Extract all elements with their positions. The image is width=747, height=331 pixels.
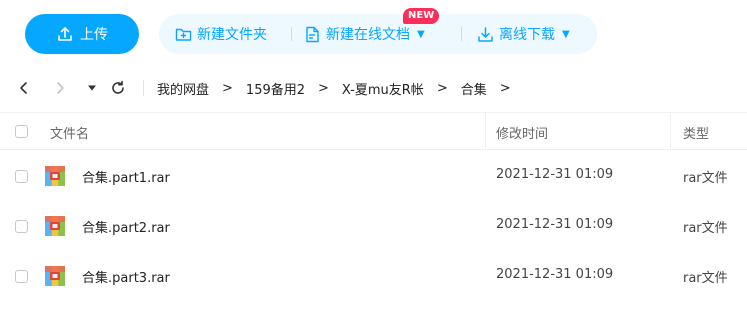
new-folder-label: 新建文件夹 xyxy=(197,27,267,43)
row-checkbox[interactable] xyxy=(15,270,28,283)
file-type: rar文件 xyxy=(683,221,728,236)
breadcrumb-separator: > xyxy=(318,80,329,96)
column-divider xyxy=(485,113,486,150)
column-header-type[interactable]: 类型 xyxy=(683,123,709,142)
select-all-checkbox[interactable] xyxy=(15,125,28,138)
upload-label: 上传 xyxy=(80,27,108,43)
back-button[interactable] xyxy=(14,78,34,98)
breadcrumb-item[interactable]: 我的网盘 xyxy=(157,79,209,98)
chevron-down-icon: ▼ xyxy=(562,28,570,40)
caret-down-icon xyxy=(88,85,96,91)
chevron-left-icon xyxy=(20,82,27,94)
history-dropdown-button[interactable] xyxy=(82,78,102,98)
breadcrumb-item-current[interactable]: 合集 xyxy=(461,79,487,98)
download-icon xyxy=(478,26,493,42)
breadcrumb-bar: 我的网盘 > 159备用2 > X-夏mu友R帐 > 合集 > xyxy=(0,66,747,110)
breadcrumb-separator: > xyxy=(436,80,448,96)
file-name[interactable]: 合集.part1.rar xyxy=(82,167,170,186)
file-modified-time: 2021-12-31 01:09 xyxy=(496,267,614,282)
table-header: 文件名 修改时间 类型 xyxy=(0,112,747,150)
row-checkbox[interactable] xyxy=(15,220,28,233)
file-name[interactable]: 合集.part3.rar xyxy=(82,267,170,286)
breadcrumb-separator: > xyxy=(222,80,233,96)
rar-archive-icon xyxy=(45,166,65,186)
upload-button[interactable]: 上传 xyxy=(25,14,139,54)
column-divider xyxy=(670,113,671,150)
refresh-button[interactable] xyxy=(108,78,128,98)
chevron-right-icon xyxy=(57,82,64,94)
rar-archive-icon xyxy=(45,266,65,286)
breadcrumb-item[interactable]: 159备用2 xyxy=(246,79,305,98)
breadcrumb-item[interactable]: X-夏mu友R帐 xyxy=(342,79,424,98)
file-modified-time: 2021-12-31 01:09 xyxy=(496,217,614,232)
offline-download-button[interactable]: 离线下载 ▼ xyxy=(477,14,570,54)
upload-icon xyxy=(58,27,72,41)
toolbar-divider xyxy=(291,27,292,41)
new-online-doc-label: 新建在线文档 xyxy=(326,27,410,43)
breadcrumb-separator: > xyxy=(499,80,511,96)
new-badge: NEW xyxy=(403,8,440,24)
file-type: rar文件 xyxy=(683,271,728,286)
column-header-name[interactable]: 文件名 xyxy=(50,123,89,142)
divider xyxy=(143,80,144,96)
table-row[interactable]: 合集.part3.rar 2021-12-31 01:09 rar文件 xyxy=(0,251,747,301)
refresh-icon xyxy=(112,80,124,94)
new-folder-button[interactable]: 新建文件夹 xyxy=(175,14,267,54)
new-folder-icon xyxy=(175,28,192,41)
file-type: rar文件 xyxy=(683,171,728,186)
toolbar-divider xyxy=(461,27,462,41)
table-row[interactable]: 合集.part2.rar 2021-12-31 01:09 rar文件 xyxy=(0,201,747,251)
column-header-modified[interactable]: 修改时间 xyxy=(496,123,548,142)
forward-button[interactable] xyxy=(50,78,70,98)
chevron-down-icon: ▼ xyxy=(417,28,425,40)
rar-archive-icon xyxy=(45,216,65,236)
file-name[interactable]: 合集.part2.rar xyxy=(82,217,170,236)
document-icon xyxy=(306,26,319,42)
table-row[interactable]: 合集.part1.rar 2021-12-31 01:09 rar文件 xyxy=(0,151,747,201)
file-modified-time: 2021-12-31 01:09 xyxy=(496,167,614,182)
row-checkbox[interactable] xyxy=(15,170,28,183)
toolbar: 上传 新建文件夹 新建在线文档 ▼ 离线下载 ▼ NEW xyxy=(0,0,747,66)
offline-download-label: 离线下载 xyxy=(499,27,555,43)
breadcrumb: 我的网盘 > 159备用2 > X-夏mu友R帐 > 合集 > xyxy=(157,66,524,110)
action-group: 新建文件夹 新建在线文档 ▼ 离线下载 ▼ xyxy=(159,14,597,54)
